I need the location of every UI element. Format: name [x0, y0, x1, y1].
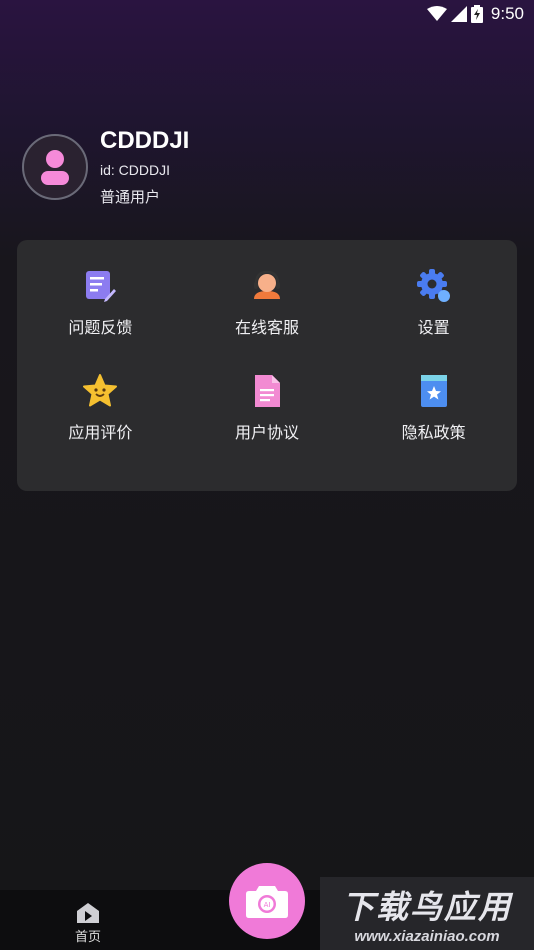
menu-item-customer-service[interactable]: 在线客服 — [184, 262, 351, 367]
tab-home-label: 首页 — [74, 929, 101, 945]
signal-icon — [450, 6, 467, 22]
menu-item-privacy-policy[interactable]: 隐私政策 — [350, 367, 517, 472]
bookmark-icon — [416, 373, 452, 409]
menu-card: 问题反馈 在线客服 设置 应用评价 用户协议 隐私政策 — [17, 240, 517, 491]
camera-icon: AI — [246, 886, 288, 918]
settings-icon — [416, 268, 452, 304]
menu-item-user-agreement[interactable]: 用户协议 — [184, 367, 351, 472]
menu-label: 设置 — [417, 318, 450, 337]
customer-service-icon — [249, 268, 285, 304]
menu-item-rate-app[interactable]: 应用评价 — [17, 367, 184, 472]
username: CDDDJI — [100, 127, 190, 154]
menu-label: 用户协议 — [234, 422, 299, 442]
battery-icon — [470, 5, 483, 23]
profile-header: CDDDJI id: CDDDJI 普通用户 — [22, 126, 189, 207]
user-icon — [41, 150, 69, 185]
svg-text:AI: AI — [264, 901, 271, 909]
menu-item-settings[interactable]: 设置 — [350, 262, 517, 367]
menu-label: 隐私政策 — [401, 422, 466, 442]
menu-label: 问题反馈 — [68, 318, 133, 337]
ai-camera-button[interactable]: AI — [229, 863, 305, 939]
watermark-title: 下载鸟应用 — [341, 888, 512, 926]
status-bar: 9:50 — [0, 0, 534, 28]
tab-home[interactable]: 首页 — [38, 890, 138, 950]
document-icon — [249, 373, 285, 409]
menu-label: 在线客服 — [234, 318, 299, 337]
watermark: 下载鸟应用 www.xiazainiao.com — [320, 877, 534, 950]
watermark-url: www.xiazainiao.com — [354, 928, 500, 945]
star-rating-icon — [82, 373, 118, 409]
avatar[interactable] — [22, 134, 88, 200]
menu-label: 应用评价 — [68, 422, 133, 442]
feedback-icon — [82, 268, 118, 304]
user-type: 普通用户 — [100, 188, 161, 206]
home-play-icon — [77, 902, 99, 923]
status-time: 9:50 — [490, 4, 524, 23]
wifi-icon — [426, 6, 447, 22]
menu-item-feedback[interactable]: 问题反馈 — [17, 262, 184, 367]
user-id: id: CDDDJI — [100, 162, 171, 178]
